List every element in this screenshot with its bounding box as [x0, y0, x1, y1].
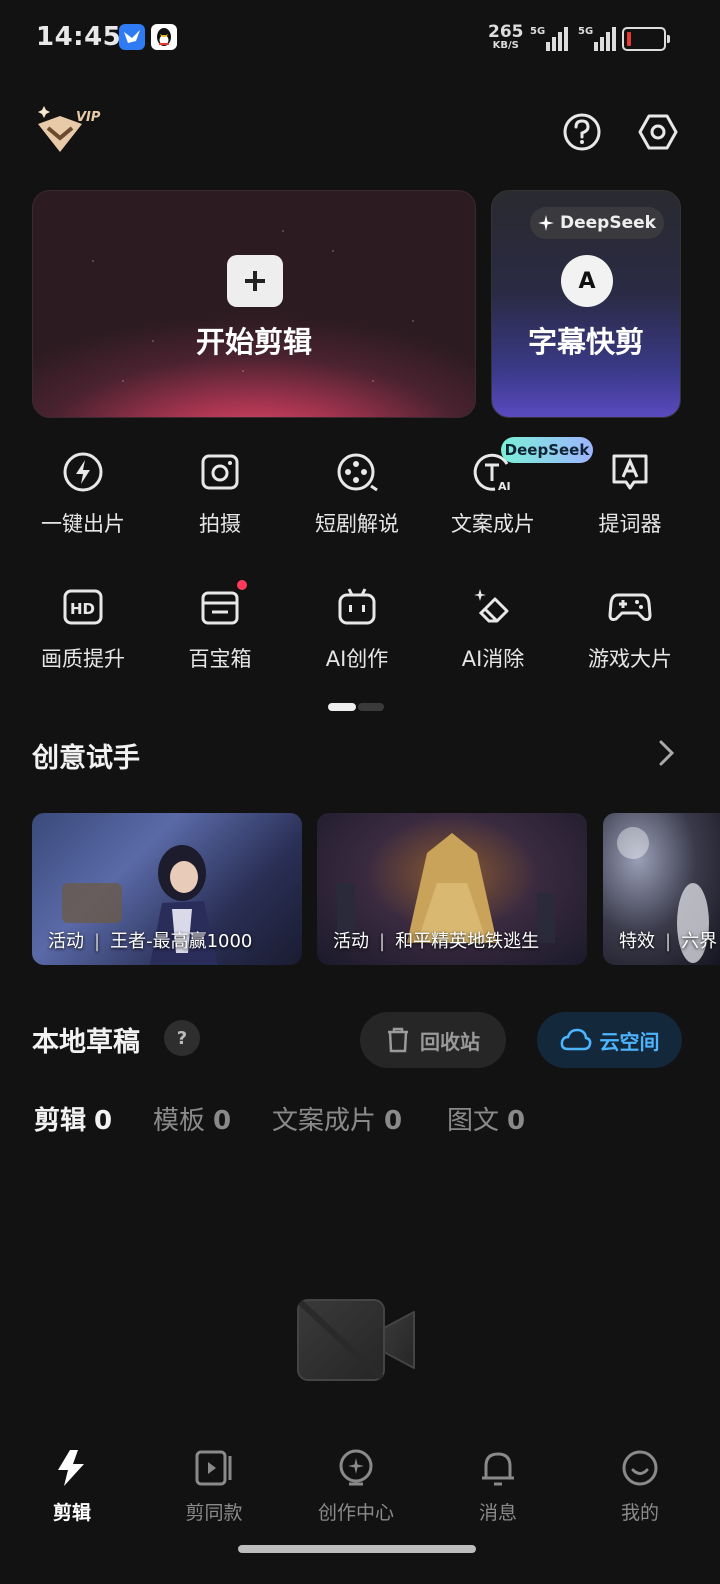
chevron-right-icon[interactable]: [656, 738, 678, 768]
home-indicator[interactable]: [238, 1545, 476, 1553]
tab-template[interactable]: 模板 0: [153, 1100, 231, 1137]
svg-text:HD: HD: [70, 600, 95, 618]
promo-card[interactable]: 活动 | 和平精英地铁逃生: [317, 813, 587, 965]
nav-messages[interactable]: 消息: [426, 1448, 570, 1525]
bell-icon: [478, 1448, 518, 1488]
tool-game-video[interactable]: 游戏大片: [562, 585, 698, 673]
promo-card[interactable]: 特效 | 六界: [603, 813, 720, 965]
tab-edit[interactable]: 剪辑 0: [34, 1100, 112, 1137]
page-indicator: [328, 703, 384, 711]
status-time: 14:45: [36, 22, 122, 52]
deepseek-pill: DeepSeek: [530, 207, 664, 239]
empty-video-icon: [296, 1298, 418, 1382]
nav-template[interactable]: 剪同款: [142, 1448, 286, 1525]
signal-strength-icon: 5G: [528, 24, 570, 52]
start-editing-label: 开始剪辑: [195, 325, 312, 359]
tool-ai-create[interactable]: AI创作: [289, 585, 425, 673]
film-reel-icon: [335, 450, 379, 494]
network-speed: 265 KB/S: [488, 22, 524, 51]
recycle-bin-button[interactable]: 回收站: [360, 1012, 506, 1068]
letter-a-icon: A: [561, 255, 613, 307]
help-icon[interactable]: ?: [164, 1020, 200, 1056]
eraser-sparkle-icon: [471, 585, 515, 629]
tool-teleprompter[interactable]: 提词器: [562, 450, 698, 538]
hd-icon: HD: [61, 585, 105, 629]
trash-icon: [388, 1027, 408, 1053]
battery-icon: [622, 27, 670, 51]
camera-icon: [198, 450, 242, 494]
sparkle-icon: [538, 215, 555, 231]
qq-penguin-icon: [151, 24, 177, 50]
drafts-title: 本地草稿: [32, 1027, 140, 1058]
tool-short-drama[interactable]: 短剧解说: [289, 450, 425, 538]
toolbox-icon: [198, 585, 242, 629]
gamepad-icon: [608, 585, 652, 629]
subtitle-quick-cut-label: 字幕快剪: [527, 325, 644, 359]
teleprompter-icon: [608, 450, 652, 494]
tool-shoot[interactable]: 拍摄: [152, 450, 288, 538]
tab-image-text[interactable]: 图文 0: [447, 1100, 525, 1137]
creative-section-title: 创意试手: [32, 743, 140, 774]
plus-icon: [227, 255, 283, 307]
svg-text:VIP: VIP: [76, 110, 101, 125]
bird-app-icon: [119, 24, 145, 50]
signal-strength-icon: 5G: [576, 24, 618, 52]
notification-dot: [237, 580, 247, 590]
template-video-icon: [194, 1448, 234, 1488]
help-circle-icon[interactable]: [560, 110, 604, 154]
tool-quality-up[interactable]: HD 画质提升: [15, 585, 151, 673]
cloud-space-button[interactable]: 云空间: [537, 1012, 682, 1068]
bulb-sparkle-icon: [336, 1448, 376, 1488]
subtitle-quick-cut-card[interactable]: DeepSeek A 字幕快剪: [491, 190, 681, 418]
tool-toolbox[interactable]: 百宝箱: [152, 585, 288, 673]
tab-copy-video[interactable]: 文案成片 0: [272, 1100, 402, 1137]
vip-badge[interactable]: VIP: [34, 104, 106, 160]
start-editing-card[interactable]: 开始剪辑: [32, 190, 476, 418]
tool-one-click[interactable]: 一键出片: [15, 450, 151, 538]
nav-edit[interactable]: 剪辑: [0, 1448, 144, 1525]
svg-text:5G: 5G: [530, 26, 545, 37]
promo-card[interactable]: 活动 | 王者-最高赢1000: [32, 813, 302, 965]
svg-text:AI: AI: [498, 480, 511, 493]
deepseek-badge: DeepSeek: [501, 437, 593, 463]
nav-me[interactable]: 我的: [568, 1448, 712, 1525]
smile-face-icon: [620, 1448, 660, 1488]
lightning-circle-icon: [61, 450, 105, 494]
settings-hexagon-icon[interactable]: [636, 110, 680, 154]
lightning-icon: [52, 1448, 92, 1488]
ai-robot-icon: [335, 585, 379, 629]
tool-ai-erase[interactable]: AI消除: [425, 585, 561, 673]
nav-creator-center[interactable]: 创作中心: [284, 1448, 428, 1525]
tool-copy-to-video[interactable]: AI 文案成片: [425, 450, 561, 538]
svg-text:5G: 5G: [578, 26, 593, 37]
cloud-icon: [560, 1028, 591, 1051]
